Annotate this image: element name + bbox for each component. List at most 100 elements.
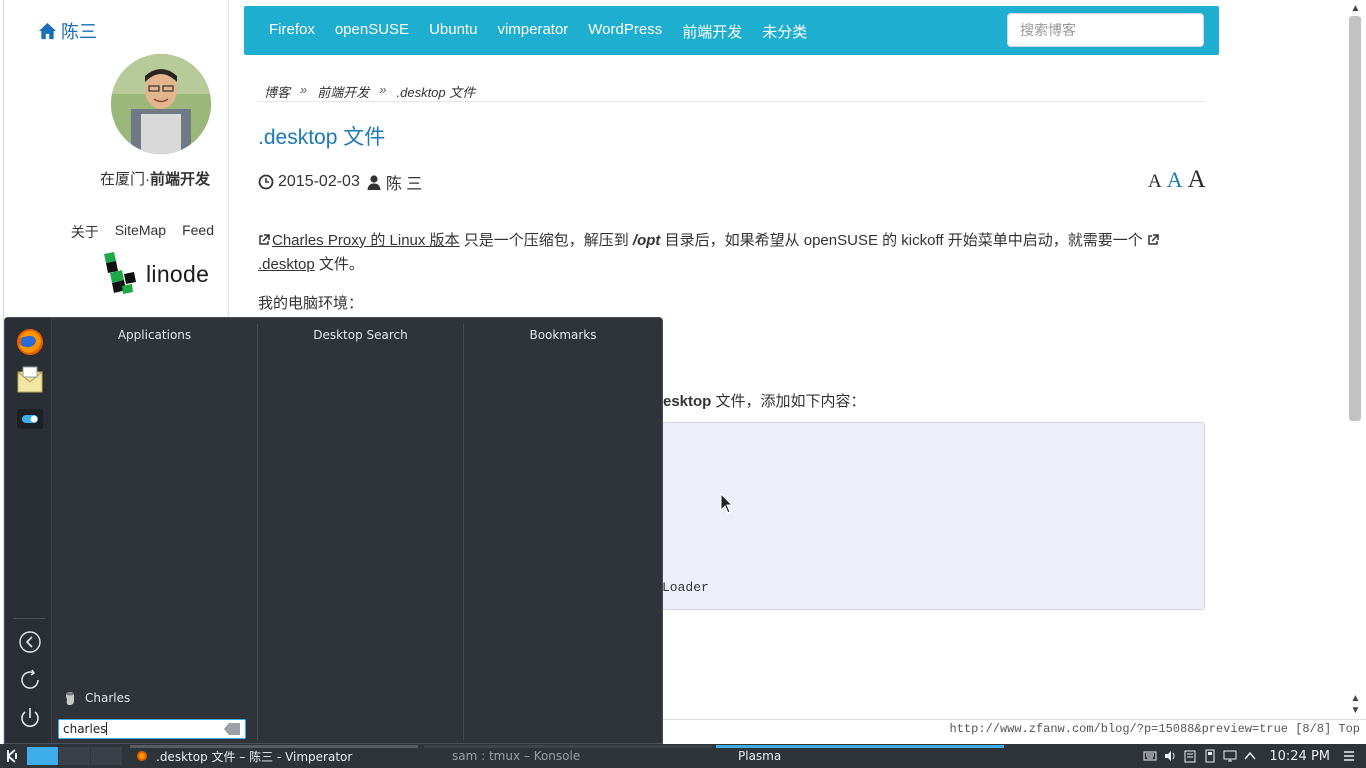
- font-size-medium[interactable]: A: [1167, 167, 1183, 193]
- back-icon[interactable]: [18, 630, 42, 654]
- desktop-search-column: Desktop Search: [258, 318, 463, 738]
- tagline-prefix: 在厦门·: [99, 171, 150, 188]
- para-text-3: 文件。: [314, 256, 364, 273]
- task-konsole[interactable]: sam : tmux – Konsole: [424, 744, 712, 768]
- avatar: [111, 54, 211, 154]
- kickoff-menu: Applications Charles Desktop Search Book…: [4, 317, 663, 744]
- font-size-large[interactable]: A: [1188, 166, 1206, 194]
- chevron-up-icon[interactable]: [1243, 749, 1257, 763]
- result-charles[interactable]: Charles: [62, 690, 130, 706]
- charles-link[interactable]: Charles Proxy 的 Linux 版本: [258, 232, 460, 249]
- power-icon[interactable]: [18, 706, 42, 730]
- breadcrumb-separator: »: [300, 82, 308, 97]
- user-icon: [367, 175, 381, 190]
- task-vimperator[interactable]: .desktop 文件 – 陈三 - Vimperator: [130, 744, 418, 768]
- post-paragraph: Charles Proxy 的 Linux 版本 只是一个压缩包，解压到 /op…: [258, 229, 1205, 277]
- blog-sidebar: 陈三 在厦门·前端开发 关于 SiteMap Feed linode: [4, 0, 228, 320]
- kickoff-search-value: charles: [63, 722, 107, 736]
- kmail-icon[interactable]: [16, 366, 44, 394]
- task-plasma[interactable]: Plasma: [716, 744, 1004, 768]
- bookmarks-header: Bookmarks: [529, 328, 597, 342]
- hamburger-menu-icon[interactable]: [1342, 749, 1356, 763]
- favorites-separator: [13, 618, 45, 619]
- sidebar-link-feed[interactable]: Feed: [182, 222, 214, 242]
- sidebar-divider: [228, 0, 229, 320]
- task-indicator: [130, 745, 418, 748]
- kickoff-search-input[interactable]: charles: [58, 719, 246, 739]
- breadcrumb: 博客 » 前端开发 » .desktop 文件: [264, 82, 475, 101]
- nav-item-opensuse[interactable]: openSUSE: [335, 21, 409, 42]
- vimperator-statusline: http://www.zfanw.com/blog/?p=15088&previ…: [663, 719, 1366, 739]
- network-icon[interactable]: [1223, 749, 1237, 763]
- nav-item-frontend[interactable]: 前端开发: [682, 21, 742, 42]
- nav-item-wordpress[interactable]: WordPress: [588, 21, 662, 42]
- partial-rest: 文件，添加如下内容：: [711, 393, 866, 410]
- device-notifier-icon[interactable]: [1203, 749, 1217, 763]
- partial-paragraph: esktop 文件，添加如下内容：: [663, 390, 866, 411]
- firefox-icon: [137, 751, 147, 761]
- volume-icon[interactable]: [1163, 749, 1177, 763]
- desktop-screen: 陈三 在厦门·前端开发 关于 SiteMap Feed linode Firef…: [0, 0, 1366, 768]
- nav-item-uncategorized[interactable]: 未分类: [762, 21, 807, 42]
- clear-search-icon[interactable]: [224, 723, 240, 735]
- blog-search-input[interactable]: 搜索博客: [1007, 13, 1204, 47]
- breadcrumb-current: .desktop 文件: [396, 85, 476, 100]
- result-charles-label: Charles: [85, 691, 131, 705]
- system-settings-icon[interactable]: [16, 406, 44, 434]
- para-text-2: 目录后，如果希望从 openSUSE 的 kickoff 开始菜单中启动，就需要…: [660, 232, 1147, 249]
- pager-desktop-3[interactable]: [91, 747, 122, 765]
- firefox-icon[interactable]: [16, 328, 44, 356]
- linode-text: linode: [146, 260, 210, 287]
- tagline-bold: 前端开发: [149, 171, 210, 188]
- scroll-thumb[interactable]: [1349, 16, 1361, 421]
- code-block: Loader: [653, 422, 1205, 610]
- scroll-down-icon[interactable]: ▲: [1349, 694, 1362, 704]
- mouse-cursor-icon: [720, 493, 734, 514]
- post-title[interactable]: .desktop 文件: [258, 121, 385, 151]
- font-size-switcher: A A A: [1148, 166, 1206, 194]
- plasma-icon: [718, 750, 730, 762]
- clipboard-icon[interactable]: [1183, 749, 1197, 763]
- partial-bold: esktop: [663, 393, 712, 410]
- code-tail: Loader: [662, 580, 709, 595]
- refresh-icon[interactable]: [18, 668, 42, 692]
- nav-item-ubuntu[interactable]: Ubuntu: [429, 21, 477, 42]
- nav-item-firefox[interactable]: Firefox: [269, 21, 315, 42]
- applications-column: Applications Charles: [52, 318, 257, 738]
- para-text-1: 只是一个压缩包，解压到: [459, 232, 633, 249]
- text-caret: [106, 722, 108, 735]
- task-indicator: [716, 745, 1004, 748]
- bookmarks-column: Bookmarks: [464, 318, 662, 738]
- sidebar-link-about[interactable]: 关于: [71, 222, 99, 242]
- task-indicator: [424, 745, 712, 748]
- external-link-icon: [259, 234, 270, 245]
- task-konsole-label: sam : tmux – Konsole: [452, 749, 581, 763]
- blog-search-placeholder: 搜索博客: [1020, 22, 1076, 38]
- breadcrumb-blog[interactable]: 博客: [264, 82, 290, 101]
- breadcrumb-frontend[interactable]: 前端开发: [317, 82, 369, 101]
- status-url: http://www.zfanw.com/blog/?p=15088&previ…: [949, 722, 1360, 736]
- font-size-small[interactable]: A: [1148, 171, 1162, 193]
- breadcrumb-separator: »: [379, 82, 387, 97]
- external-link-icon: [1148, 234, 1159, 245]
- clock[interactable]: 10:24 PM: [1269, 749, 1330, 764]
- pager-desktop-1[interactable]: [27, 747, 58, 765]
- scroll-up-icon[interactable]: ▲: [1349, 4, 1362, 14]
- linode-logo[interactable]: linode: [100, 252, 209, 296]
- pager-desktop-2[interactable]: [59, 747, 90, 765]
- env-label: 我的电脑环境：: [258, 295, 364, 312]
- linode-cube-icon: [104, 252, 136, 294]
- post-date: 2015-02-03: [278, 173, 360, 190]
- post-meta: 2015-02-03 陈 三: [258, 170, 422, 194]
- sidebar-link-sitemap[interactable]: SiteMap: [115, 222, 166, 242]
- nav-item-vimperator[interactable]: vimperator: [497, 21, 568, 42]
- keyboard-icon[interactable]: [1143, 749, 1157, 763]
- desktop-search-header: Desktop Search: [313, 328, 408, 342]
- top-navigation: Firefox openSUSE Ubuntu vimperator WordP…: [244, 6, 1219, 55]
- kickoff-launcher-icon[interactable]: [5, 748, 21, 764]
- task-vimperator-label: .desktop 文件 – 陈三 - Vimperator: [156, 749, 353, 764]
- home-link[interactable]: 陈三: [38, 18, 97, 44]
- scroll-down-icon[interactable]: ▼: [1349, 706, 1362, 716]
- virtual-desktop-pager: [27, 747, 122, 765]
- home-icon: [38, 22, 57, 39]
